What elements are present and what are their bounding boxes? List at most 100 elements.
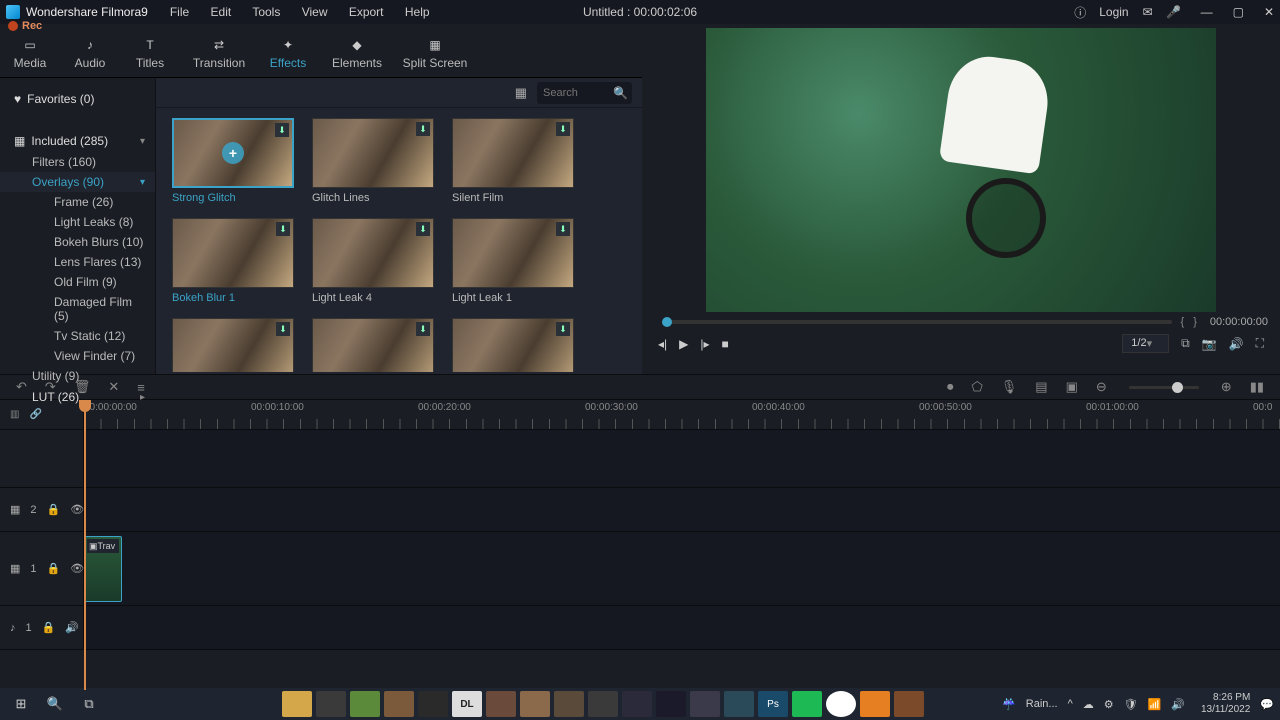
taskbar-clock[interactable]: 8:26 PM 13/11/2022 — [1201, 692, 1250, 716]
effect-thumb[interactable]: ⬇Silent Film — [452, 118, 574, 204]
close-button[interactable]: ✕ — [1264, 5, 1274, 19]
zoom-out-icon[interactable]: ⊖ — [1096, 379, 1107, 395]
download-icon[interactable]: ⬇ — [416, 222, 430, 236]
start-button[interactable]: ⊞ — [6, 691, 36, 717]
taskbar-app[interactable] — [792, 691, 822, 717]
sidebar-leaf-old-film[interactable]: Old Film (9) — [0, 272, 155, 292]
render-icon[interactable]: ⏺ — [947, 379, 954, 395]
voiceover-icon[interactable]: 🎙 — [1001, 379, 1018, 395]
tab-split-screen[interactable]: ▦Split Screen — [396, 36, 474, 70]
mark-in-out[interactable]: { } — [1180, 316, 1199, 328]
taskbar-app[interactable] — [826, 691, 856, 717]
video-clip[interactable]: ▣ Trav — [84, 536, 122, 602]
effect-thumb[interactable]: ⬇Light Leak 4 — [312, 218, 434, 304]
effect-thumb[interactable]: ⬇Glitch Lines — [312, 118, 434, 204]
minimize-button[interactable]: — — [1201, 5, 1213, 19]
time-ruler[interactable]: ▥ 🔗 00:00:00:0000:00:10:0000:00:20:0000:… — [0, 400, 1280, 430]
tab-audio[interactable]: ♪Audio — [60, 36, 120, 70]
scrubber-track[interactable] — [662, 320, 1172, 324]
tray-chevron-icon[interactable]: ^ — [1068, 698, 1073, 710]
zoom-handle[interactable] — [1172, 382, 1183, 393]
play-button[interactable]: ▶ — [679, 337, 688, 351]
tab-transition[interactable]: ⇄Transition — [180, 36, 258, 70]
tab-effects[interactable]: ✦Effects — [258, 36, 318, 70]
taskbar-app[interactable] — [894, 691, 924, 717]
taskbar-app[interactable] — [316, 691, 346, 717]
download-icon[interactable]: ⬇ — [556, 222, 570, 236]
search-box[interactable]: 🔍 — [537, 82, 632, 104]
effect-thumb[interactable]: ⬇ — [172, 318, 294, 372]
taskbar-app[interactable] — [350, 691, 380, 717]
fullscreen-icon[interactable]: ⛶ — [1256, 336, 1264, 351]
playhead[interactable] — [84, 400, 86, 690]
notifications-icon[interactable]: 💬 — [1260, 698, 1274, 711]
lock-icon[interactable]: 🔒 — [47, 503, 61, 516]
weather-text[interactable]: Rain... — [1026, 698, 1058, 710]
tray-icon[interactable]: ☁ — [1083, 698, 1094, 711]
download-icon[interactable]: ⬇ — [416, 122, 430, 136]
sidebar-overlays[interactable]: Overlays (90)▾ — [0, 172, 155, 192]
zoom-slider[interactable] — [1129, 386, 1199, 389]
sidebar-leaf-frame[interactable]: Frame (26) — [0, 192, 155, 212]
stop-button[interactable]: ■ — [722, 337, 729, 351]
sidebar-leaf-bokeh-blurs[interactable]: Bokeh Blurs (10) — [0, 232, 155, 252]
info-icon[interactable]: ⓘ — [1073, 5, 1087, 19]
eye-icon[interactable]: 👁 — [70, 503, 84, 516]
maximize-button[interactable]: ▢ — [1233, 5, 1244, 19]
cut-button[interactable]: ✕ — [108, 379, 119, 395]
adjust-button[interactable]: ≡ — [137, 380, 145, 395]
task-view-button[interactable]: ⧉ — [74, 691, 104, 717]
download-icon[interactable]: ⬇ — [416, 322, 430, 336]
sidebar-leaf-tv-static[interactable]: Tv Static (12) — [0, 326, 155, 346]
wifi-icon[interactable]: 📶 — [1148, 698, 1162, 711]
preview-video[interactable] — [706, 28, 1216, 312]
taskbar-app-filmora[interactable] — [724, 691, 754, 717]
sidebar-leaf-damaged-film[interactable]: Damaged Film (5) — [0, 292, 155, 326]
weather-icon[interactable]: ☔ — [1002, 698, 1016, 711]
taskbar-app[interactable]: Ps — [758, 691, 788, 717]
download-icon[interactable]: ⬇ — [276, 222, 290, 236]
taskbar-app[interactable] — [860, 691, 890, 717]
taskbar-app[interactable] — [520, 691, 550, 717]
mixer-icon[interactable]: ▤ — [1035, 379, 1047, 395]
quality-select[interactable]: 1/2 ▾ — [1122, 334, 1169, 353]
capture-icon[interactable]: ▣ — [1066, 379, 1078, 395]
zoom-fit-icon[interactable]: ▮▮ — [1250, 379, 1264, 395]
taskbar-app[interactable] — [282, 691, 312, 717]
taskbar-app[interactable] — [622, 691, 652, 717]
menu-help[interactable]: Help — [405, 5, 430, 19]
sidebar-favorites[interactable]: ♥Favorites (0) — [0, 88, 155, 116]
search-icon[interactable]: 🔍 — [613, 86, 628, 100]
sidebar-leaf-light-leaks[interactable]: Light Leaks (8) — [0, 212, 155, 232]
download-icon[interactable]: ⬇ — [556, 122, 570, 136]
tab-elements[interactable]: ◆Elements — [318, 36, 396, 70]
audio-track[interactable]: ♪1🔒🔊 — [0, 606, 1280, 650]
effect-thumb[interactable]: ⬇Light Leak 1 — [452, 218, 574, 304]
track-manage-icon[interactable]: ▥ — [10, 409, 19, 420]
sidebar-included[interactable]: ▦Included (285)▾ — [0, 130, 155, 152]
menu-view[interactable]: View — [302, 5, 328, 19]
download-icon[interactable]: ⬇ — [276, 322, 290, 336]
menu-file[interactable]: File — [170, 5, 189, 19]
download-icon[interactable]: ⬇ — [556, 322, 570, 336]
lock-icon[interactable]: 🔒 — [42, 621, 56, 634]
link-icon[interactable]: 🔗 — [29, 409, 41, 420]
tray-icon[interactable]: ⚙ — [1104, 698, 1114, 711]
taskbar-app[interactable] — [690, 691, 720, 717]
fx-track[interactable]: ▦2🔒👁 — [0, 488, 1280, 532]
eye-icon[interactable]: 👁 — [70, 562, 84, 575]
message-icon[interactable]: ✉ — [1141, 5, 1155, 19]
video-track[interactable]: ▦1🔒👁 ▣ Trav — [0, 532, 1280, 606]
login-link[interactable]: Login — [1099, 5, 1128, 19]
mic-icon[interactable]: 🎤 — [1167, 5, 1181, 19]
download-icon[interactable]: ⬇ — [275, 123, 289, 137]
tab-titles[interactable]: TTitles — [120, 36, 180, 70]
lock-icon[interactable]: 🔒 — [47, 562, 61, 575]
volume-icon[interactable]: 🔊 — [1229, 337, 1244, 351]
next-frame-button[interactable]: |▸ — [700, 337, 709, 351]
camera-icon[interactable]: 📷 — [1202, 337, 1217, 351]
redo-button[interactable]: ↷ — [45, 379, 56, 395]
tab-media[interactable]: ▭Media — [0, 36, 60, 70]
marker-icon[interactable]: ⬠ — [971, 379, 982, 395]
search-input[interactable] — [543, 87, 613, 99]
